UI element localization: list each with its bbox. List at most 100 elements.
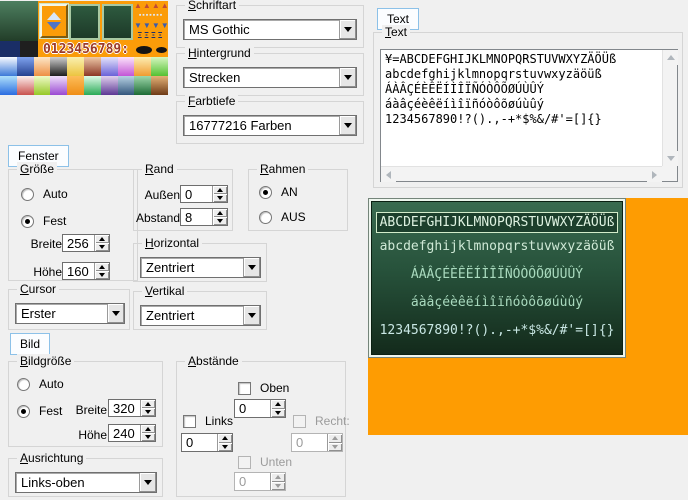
scroll-down-button[interactable] xyxy=(663,151,678,166)
spin-down-button[interactable] xyxy=(95,271,109,279)
bild-hoehe-spinner[interactable]: 240 xyxy=(108,424,156,442)
palette-cell xyxy=(84,76,101,95)
radio-bildgroesse-auto[interactable]: Auto xyxy=(17,377,64,391)
spin-down-button[interactable] xyxy=(213,194,227,202)
hintergrund-combobox[interactable]: Strecken xyxy=(183,67,357,88)
charset-textarea[interactable]: ¥=ABCDEFGHIJKLMNOPQRSTUVWXYZÄÖÜß abcdefg… xyxy=(380,49,678,182)
radio-groesse-fest[interactable]: Fest xyxy=(21,214,66,228)
arrow-up-icon xyxy=(99,237,105,241)
palette-cell xyxy=(151,57,168,76)
group-bildgroesse: Bildgröße Auto Fest Breite 320 Höhe 240 xyxy=(8,361,163,447)
lcd-screen-preview: ABCDEFGHIJKLMNOPQRSTUVWXYZÄÖÜß abcdefghi… xyxy=(369,199,625,357)
bild-breite-value[interactable]: 320 xyxy=(109,400,140,416)
group-label-rand: Rand xyxy=(142,162,177,176)
arrow-down-icon xyxy=(275,411,281,415)
spin-up-button[interactable] xyxy=(213,209,227,217)
group-label-hintergrund: Hintergrund xyxy=(185,46,254,60)
spin-down-button xyxy=(328,443,342,452)
spin-down-button[interactable] xyxy=(271,409,285,418)
spin-down-button[interactable] xyxy=(141,408,155,416)
tab-bild[interactable]: Bild xyxy=(10,333,50,355)
preview-line: abcdefghijklmnopqrstuvwxyzäöüß xyxy=(371,233,623,261)
palette xyxy=(0,57,168,95)
rand-aussen-value[interactable]: 0 xyxy=(181,186,212,202)
scrollbar-corner xyxy=(662,166,677,181)
scroll-right-button[interactable] xyxy=(647,167,662,182)
rand-abstand-spinner[interactable]: 8 xyxy=(180,208,228,226)
arrow-up-icon xyxy=(145,427,151,431)
spin-up-button[interactable] xyxy=(141,400,155,408)
spin-up-button[interactable] xyxy=(271,400,285,409)
spin-up-button xyxy=(271,473,285,482)
schriftart-dropdown-button[interactable] xyxy=(339,20,356,39)
spin-up-button[interactable] xyxy=(95,263,109,271)
horizontal-value: Zentriert xyxy=(141,260,243,275)
radio-groesse-auto[interactable]: Auto xyxy=(21,187,68,201)
charset-text[interactable]: ¥=ABCDEFGHIJKLMNOPQRSTUVWXYZÄÖÜß abcdefg… xyxy=(381,50,662,166)
sprite-green-panel xyxy=(0,1,38,41)
abstand-oben-spinner[interactable]: 0 xyxy=(234,399,286,418)
spin-down-button[interactable] xyxy=(95,243,109,251)
scroll-up-button[interactable] xyxy=(663,50,678,65)
vertical-scrollbar[interactable] xyxy=(662,50,677,166)
scroll-left-button[interactable] xyxy=(381,167,396,182)
spin-up-button[interactable] xyxy=(218,434,232,443)
fenster-breite-spinner[interactable]: 256 xyxy=(62,234,110,252)
farbtiefe-dropdown-button[interactable] xyxy=(339,116,356,135)
schriftart-combobox[interactable]: MS Gothic xyxy=(183,19,357,40)
vertikal-dropdown-button[interactable] xyxy=(243,306,260,325)
spin-down-button[interactable] xyxy=(141,433,155,441)
checkbox-label: Unten xyxy=(260,455,292,469)
arrow-down-icon xyxy=(217,219,223,223)
group-label-schriftart: Schriftart xyxy=(185,0,239,12)
abstand-links-value[interactable]: 0 xyxy=(182,434,217,451)
bild-hoehe-value[interactable]: 240 xyxy=(109,425,140,441)
horizontal-combobox[interactable]: Zentriert xyxy=(140,257,261,278)
palette-cell xyxy=(118,76,135,95)
fenster-hoehe-value[interactable]: 160 xyxy=(63,263,94,279)
group-vertikal: Vertikal Zentriert xyxy=(133,291,267,330)
group-label-bildgroesse: Bildgröße xyxy=(17,354,74,368)
group-label-ausrichtung: Ausrichtung xyxy=(17,451,86,465)
checkbox-links[interactable]: Links xyxy=(183,414,233,428)
palette-cell xyxy=(67,76,84,95)
horizontal-dropdown-button[interactable] xyxy=(243,258,260,277)
cursor-combobox[interactable]: Erster xyxy=(15,303,125,324)
spin-down-button[interactable] xyxy=(218,443,232,452)
farbtiefe-combobox[interactable]: 16777216 Farben xyxy=(183,115,357,136)
abstand-links-spinner[interactable]: 0 xyxy=(181,433,233,452)
cursor-dropdown-button[interactable] xyxy=(107,304,124,323)
horizontal-scrollbar[interactable] xyxy=(381,166,662,181)
checkbox-label: Oben xyxy=(260,381,289,395)
abstand-oben-value[interactable]: 0 xyxy=(235,400,270,417)
palette-cell xyxy=(17,57,34,76)
ausrichtung-dropdown-button[interactable] xyxy=(139,473,156,492)
arrow-up-icon xyxy=(222,436,228,440)
spin-up-button[interactable] xyxy=(95,235,109,243)
ausrichtung-combobox[interactable]: Links-oben xyxy=(15,472,157,493)
preview-line: áàâçéèêëíìîïñóòôõøúùûý xyxy=(371,289,623,317)
farbtiefe-value: 16777216 Farben xyxy=(184,118,339,133)
group-label-cursor: Cursor xyxy=(17,282,59,296)
spin-down-button[interactable] xyxy=(213,217,227,225)
fenster-breite-value[interactable]: 256 xyxy=(63,235,94,251)
checkbox-oben[interactable]: Oben xyxy=(238,381,289,395)
abstand-rechts-spinner: 0 xyxy=(291,433,343,452)
spin-up-button[interactable] xyxy=(141,425,155,433)
vertikal-combobox[interactable]: Zentriert xyxy=(140,305,261,326)
rand-aussen-spinner[interactable]: 0 xyxy=(180,185,228,203)
sprite-ellipse-icon xyxy=(136,46,152,54)
preview-line-selected: ABCDEFGHIJKLMNOPQRSTUVWXYZÄÖÜß xyxy=(376,212,618,233)
radio-bildgroesse-fest[interactable]: Fest xyxy=(17,404,62,418)
radio-rahmen-aus[interactable]: AUS xyxy=(259,210,306,224)
fenster-hoehe-spinner[interactable]: 160 xyxy=(62,262,110,280)
hoehe-label: Höhe xyxy=(12,265,62,279)
bild-breite-spinner[interactable]: 320 xyxy=(108,399,156,417)
rand-abstand-value[interactable]: 8 xyxy=(181,209,212,225)
arrow-up-icon xyxy=(99,265,105,269)
arrow-down-icon xyxy=(222,445,228,449)
hintergrund-dropdown-button[interactable] xyxy=(339,68,356,87)
spin-up-button[interactable] xyxy=(213,186,227,194)
group-rand: Rand Außen 0 Abstand 8 xyxy=(133,169,233,231)
radio-rahmen-an[interactable]: AN xyxy=(259,185,298,199)
